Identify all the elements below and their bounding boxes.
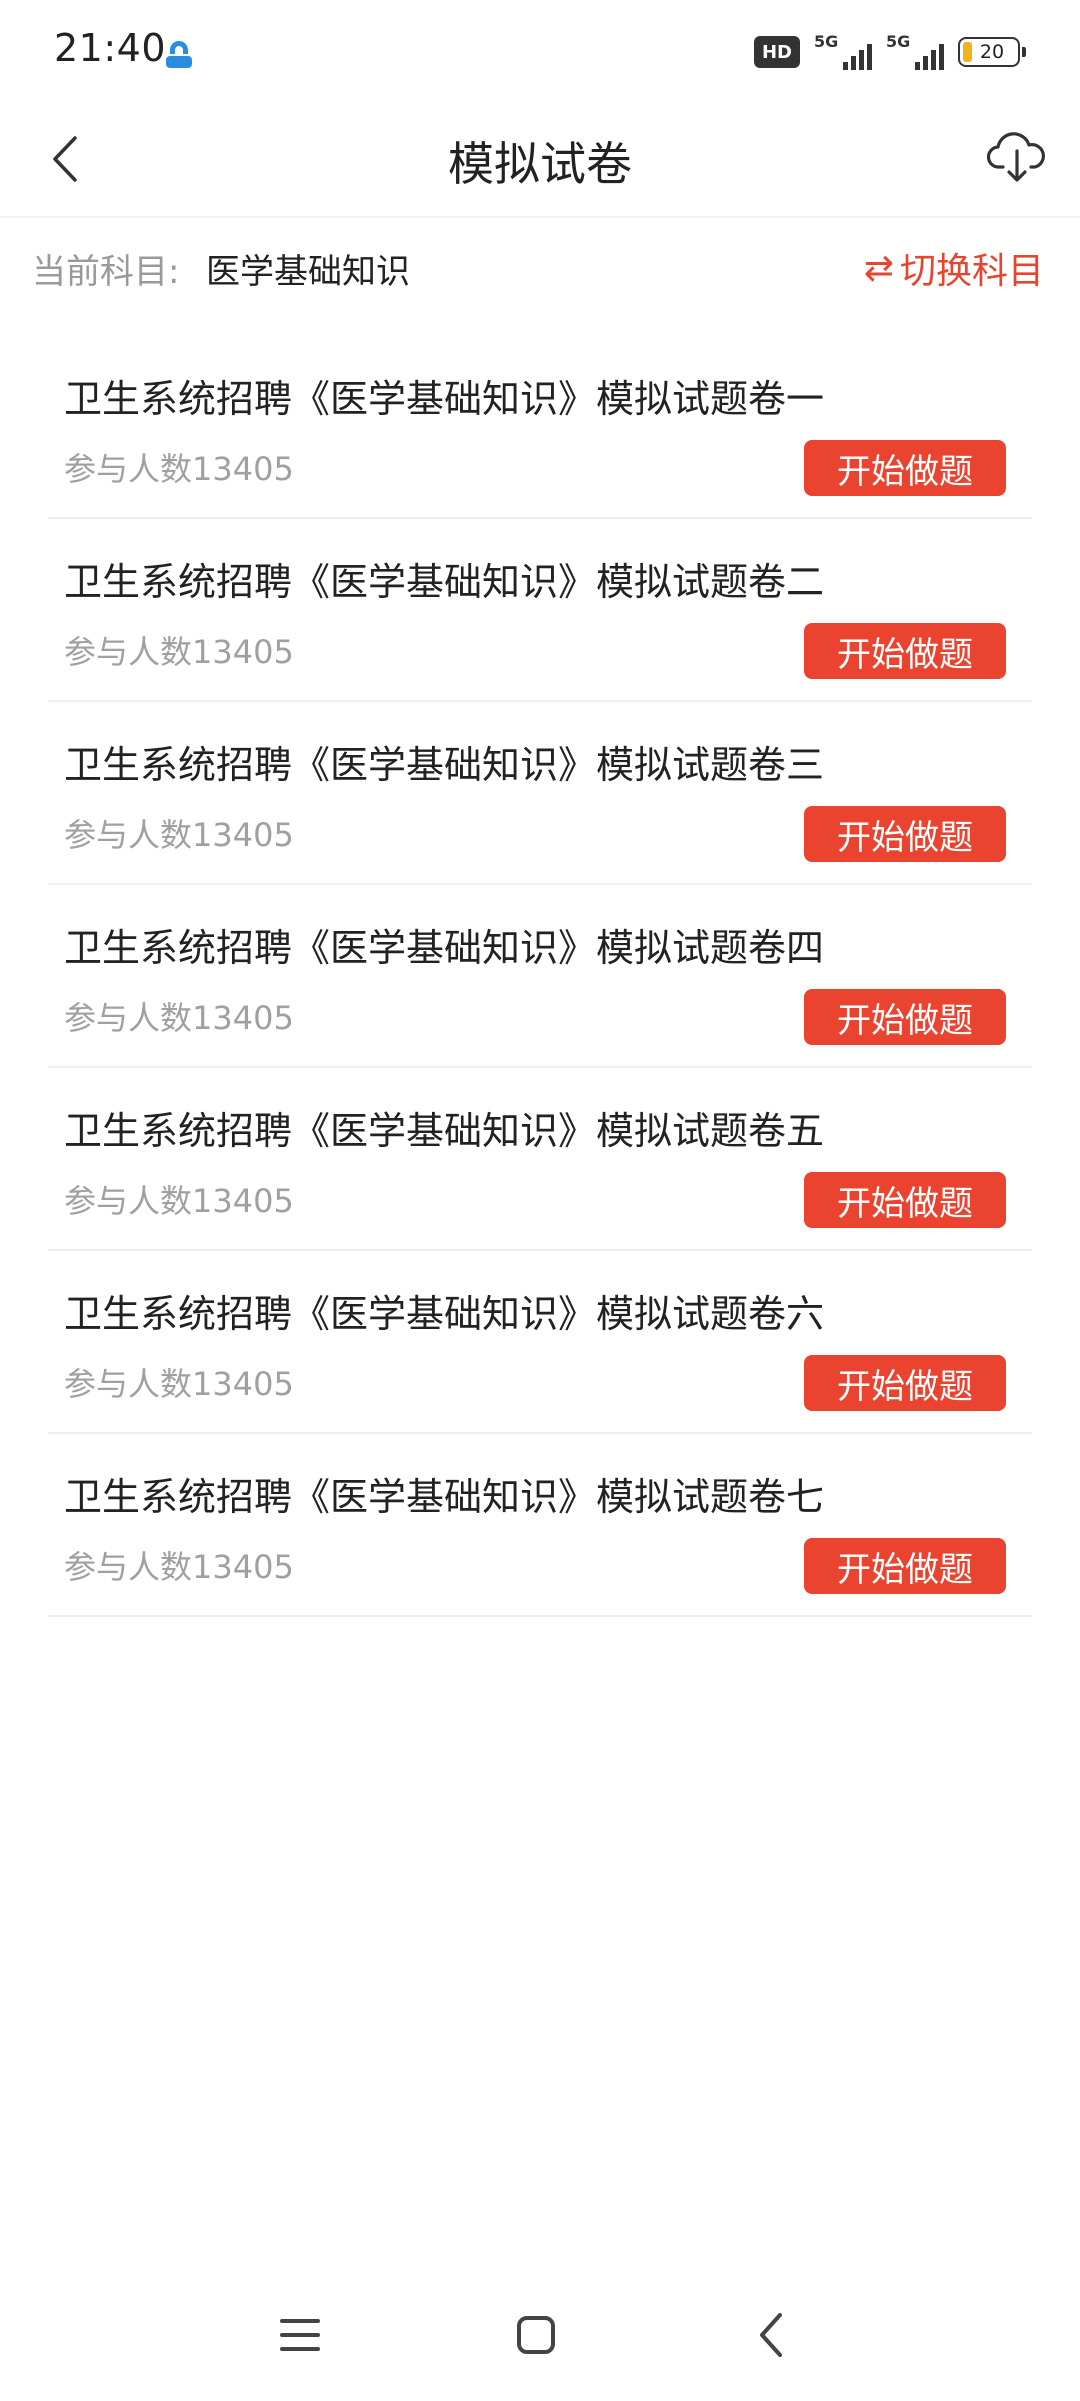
status-bar: 21:40 HD 5G 5G 20 — [0, 0, 1080, 104]
paper-list: 卫生系统招聘《医学基础知识》模拟试题卷一 参与人数13405 开始做题 卫生系统… — [48, 336, 1032, 1617]
list-item[interactable]: 卫生系统招聘《医学基础知识》模拟试题卷六 参与人数13405 开始做题 — [48, 1251, 1032, 1434]
home-button[interactable] — [496, 2295, 576, 2375]
status-time: 21:40 — [54, 26, 167, 70]
participant-count: 参与人数13405 — [64, 1365, 294, 1403]
start-quiz-button[interactable]: 开始做题 — [804, 989, 1006, 1045]
paper-title: 卫生系统招聘《医学基础知识》模拟试题卷二 — [64, 560, 825, 604]
app-header: 模拟试卷 — [0, 104, 1080, 218]
subject-name: 医学基础知识 — [206, 252, 410, 292]
participant-count: 参与人数13405 — [64, 1182, 294, 1220]
swap-icon: ⇄ — [863, 247, 894, 289]
app-notification-icon — [160, 34, 198, 72]
paper-title: 卫生系统招聘《医学基础知识》模拟试题卷三 — [64, 743, 825, 787]
subject-label: 当前科目: — [32, 252, 180, 292]
start-quiz-button[interactable]: 开始做题 — [804, 1172, 1006, 1228]
cloud-download-icon — [987, 132, 1045, 182]
subject-bar: 当前科目: 医学基础知识 ⇄ 切换科目 — [0, 218, 1080, 310]
list-item[interactable]: 卫生系统招聘《医学基础知识》模拟试题卷五 参与人数13405 开始做题 — [48, 1068, 1032, 1251]
participant-count: 参与人数13405 — [64, 1548, 294, 1586]
paper-title: 卫生系统招聘《医学基础知识》模拟试题卷五 — [64, 1109, 825, 1153]
participant-count: 参与人数13405 — [64, 450, 294, 488]
participant-count: 参与人数13405 — [64, 816, 294, 854]
signal-1-icon: 5G — [814, 32, 872, 70]
home-icon — [517, 2316, 555, 2354]
paper-title: 卫生系统招聘《医学基础知识》模拟试题卷七 — [64, 1475, 825, 1519]
start-quiz-button[interactable]: 开始做题 — [804, 806, 1006, 862]
switch-subject-button[interactable]: ⇄ 切换科目 — [864, 242, 1044, 294]
page-title: 模拟试卷 — [448, 137, 632, 191]
start-quiz-button[interactable]: 开始做题 — [804, 1538, 1006, 1594]
menu-button[interactable] — [260, 2295, 340, 2375]
list-item[interactable]: 卫生系统招聘《医学基础知识》模拟试题卷七 参与人数13405 开始做题 — [48, 1434, 1032, 1617]
signal-2-icon: 5G — [886, 32, 944, 70]
list-item[interactable]: 卫生系统招聘《医学基础知识》模拟试题卷四 参与人数13405 开始做题 — [48, 885, 1032, 1068]
list-item[interactable]: 卫生系统招聘《医学基础知识》模拟试题卷一 参与人数13405 开始做题 — [48, 336, 1032, 519]
system-nav-bar — [0, 2271, 1080, 2401]
participant-count: 参与人数13405 — [64, 999, 294, 1037]
battery-level: 20 — [979, 41, 1005, 63]
menu-icon — [280, 2319, 320, 2351]
hd-voice-icon: HD — [754, 36, 800, 68]
list-item[interactable]: 卫生系统招聘《医学基础知识》模拟试题卷二 参与人数13405 开始做题 — [48, 519, 1032, 702]
paper-title: 卫生系统招聘《医学基础知识》模拟试题卷一 — [64, 377, 825, 421]
switch-subject-label: 切换科目 — [899, 251, 1044, 292]
paper-title: 卫生系统招聘《医学基础知识》模拟试题卷四 — [64, 926, 825, 970]
participant-count: 参与人数13405 — [64, 633, 294, 671]
start-quiz-button[interactable]: 开始做题 — [804, 1355, 1006, 1411]
paper-title: 卫生系统招聘《医学基础知识》模拟试题卷六 — [64, 1292, 825, 1336]
start-quiz-button[interactable]: 开始做题 — [804, 440, 1006, 496]
battery-icon: 20 — [958, 37, 1026, 67]
download-button[interactable] — [982, 122, 1052, 192]
back-arrow-icon — [760, 2313, 782, 2357]
start-quiz-button[interactable]: 开始做题 — [804, 623, 1006, 679]
nav-back-button[interactable] — [732, 2295, 812, 2375]
list-item[interactable]: 卫生系统招聘《医学基础知识》模拟试题卷三 参与人数13405 开始做题 — [48, 702, 1032, 885]
